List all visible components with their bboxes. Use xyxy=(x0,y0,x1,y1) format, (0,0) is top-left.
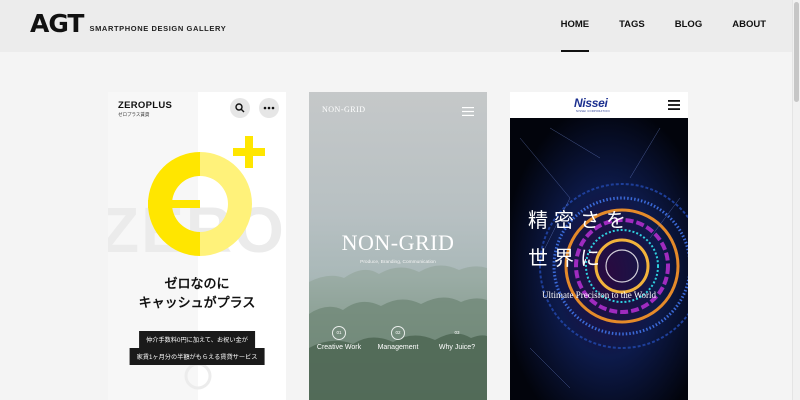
zeroplus-headline-2: キャッシュがプラス xyxy=(138,295,256,310)
nongrid-link-label: Creative Work xyxy=(316,344,362,351)
gallery-card-zeroplus[interactable]: ZERO ZEROPLUS ゼロプラス賃貸 ゼロなのに キャッシュがプラス 仲介… xyxy=(108,92,286,400)
gallery-card-nongrid[interactable]: NON-GRID NON-GRID Produce, Branding, Com… xyxy=(309,92,487,400)
search-button[interactable] xyxy=(230,98,250,118)
nav-tags[interactable]: TAGS xyxy=(619,0,645,52)
gallery-card-nissei[interactable]: Nissei NISSEI CORPORATION 精密さを 世界に Ultim… xyxy=(510,92,688,400)
nongrid-link-label: Management xyxy=(377,344,419,351)
nissei-header-bar: Nissei NISSEI CORPORATION xyxy=(510,92,688,118)
nissei-logo[interactable]: Nissei xyxy=(574,96,608,110)
page-scrollbar[interactable] xyxy=(792,0,800,400)
hamburger-menu-icon[interactable] xyxy=(462,107,474,116)
nongrid-link-num: 03 xyxy=(454,330,460,335)
zeroplus-tag-2: 家賃1ヶ月分の半額がもらえる賃貸サービス xyxy=(129,348,265,365)
site-logo[interactable]: AGT SMARTPHONE DESIGN GALLERY xyxy=(30,9,227,38)
nongrid-link-creative-work[interactable]: 01 Creative Work xyxy=(309,326,369,351)
nongrid-logo[interactable]: NON-GRID xyxy=(322,105,366,114)
site-header: AGT SMARTPHONE DESIGN GALLERY HOME TAGS … xyxy=(0,0,792,52)
logo-mark: AGT xyxy=(30,9,84,38)
more-button[interactable] xyxy=(259,98,279,118)
scrollbar-thumb[interactable] xyxy=(794,2,799,102)
main-nav: HOME TAGS BLOG ABOUT xyxy=(531,0,766,52)
logo-tagline: SMARTPHONE DESIGN GALLERY xyxy=(89,24,227,33)
zeroplus-headline-1: ゼロなのに xyxy=(164,276,230,291)
zeroplus-logo[interactable]: ZEROPLUS xyxy=(118,100,172,111)
hamburger-menu-icon[interactable] xyxy=(668,100,680,110)
zeroplus-logo-sub: ゼロプラス賃貸 xyxy=(118,112,150,117)
nissei-tagline: Ultimate Precision to the World xyxy=(541,290,657,300)
nongrid-link-why-juice[interactable]: 03 Why Juice? xyxy=(427,326,487,351)
nongrid-title: NON-GRID xyxy=(341,230,455,255)
nongrid-subtitle: Produce, Branding, Communication xyxy=(360,260,436,265)
nongrid-link-management[interactable]: 02 Management xyxy=(368,326,428,351)
nongrid-link-label: Why Juice? xyxy=(438,344,476,351)
zeroplus-tag-1: 仲介手数料0円に加えて、お祝い金が xyxy=(139,331,255,348)
nav-home[interactable]: HOME xyxy=(560,0,589,52)
nissei-logo-sub: NISSEI CORPORATION xyxy=(576,110,610,113)
nissei-headline-2: 世界に xyxy=(528,246,606,270)
nav-blog[interactable]: BLOG xyxy=(675,0,702,52)
more-dots-icon xyxy=(263,106,275,110)
nav-about[interactable]: ABOUT xyxy=(732,0,766,52)
nongrid-link-num: 01 xyxy=(332,326,346,340)
nissei-headline-1: 精密さを xyxy=(528,208,632,232)
search-icon xyxy=(235,103,245,113)
nongrid-link-num: 02 xyxy=(391,326,405,340)
